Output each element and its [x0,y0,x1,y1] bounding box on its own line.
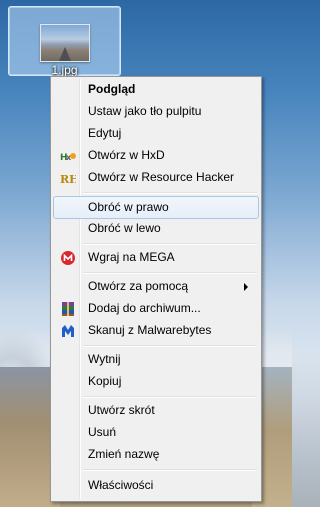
menu-item-open-hxd[interactable]: H x Otwórz w HxD [54,145,258,166]
menu-item-delete[interactable]: Usuń [54,422,258,443]
menu-separator [83,469,257,471]
menu-item-edit[interactable]: Edytuj [54,123,258,144]
resource-hacker-icon: RH [60,170,80,186]
desktop-file-label: 1.jpg [51,63,78,77]
menu-item-upload-mega[interactable]: Wgraj na MEGA [54,247,258,268]
malwarebytes-icon [60,323,76,339]
menu-item-rotate-left[interactable]: Obróć w lewo [54,218,258,239]
menu-item-preview[interactable]: Podgląd [54,79,258,100]
menu-item-open-resource-hacker[interactable]: RH Otwórz w Resource Hacker [54,167,258,188]
hxd-icon: H x [60,148,76,164]
menu-separator [83,272,257,274]
menu-separator [83,396,257,398]
submenu-arrow-icon [244,283,248,291]
context-menu: Podgląd Ustaw jako tło pulpitu Edytuj H … [50,76,262,502]
svg-text:RH: RH [60,173,76,186]
menu-item-rotate-right[interactable]: Obróć w prawo [53,196,259,219]
menu-item-cut[interactable]: Wytnij [54,349,258,370]
menu-item-add-to-archive[interactable]: Dodaj do archiwum... [54,298,258,319]
winrar-icon [60,301,76,317]
menu-separator [83,192,257,194]
menu-item-rename[interactable]: Zmień nazwę [54,444,258,465]
menu-separator [83,243,257,245]
menu-item-set-wallpaper[interactable]: Ustaw jako tło pulpitu [54,101,258,122]
menu-item-copy[interactable]: Kopiuj [54,371,258,392]
desktop-file-icon[interactable]: 1.jpg [8,6,121,77]
menu-item-scan-malwarebytes[interactable]: Skanuj z Malwarebytes [54,320,258,341]
menu-item-open-with[interactable]: Otwórz za pomocą [54,276,258,297]
menu-separator [83,345,257,347]
mega-icon [60,250,76,266]
menu-item-properties[interactable]: Właściwości [54,475,258,496]
image-thumbnail-icon [40,24,90,62]
menu-item-create-shortcut[interactable]: Utwórz skrót [54,400,258,421]
